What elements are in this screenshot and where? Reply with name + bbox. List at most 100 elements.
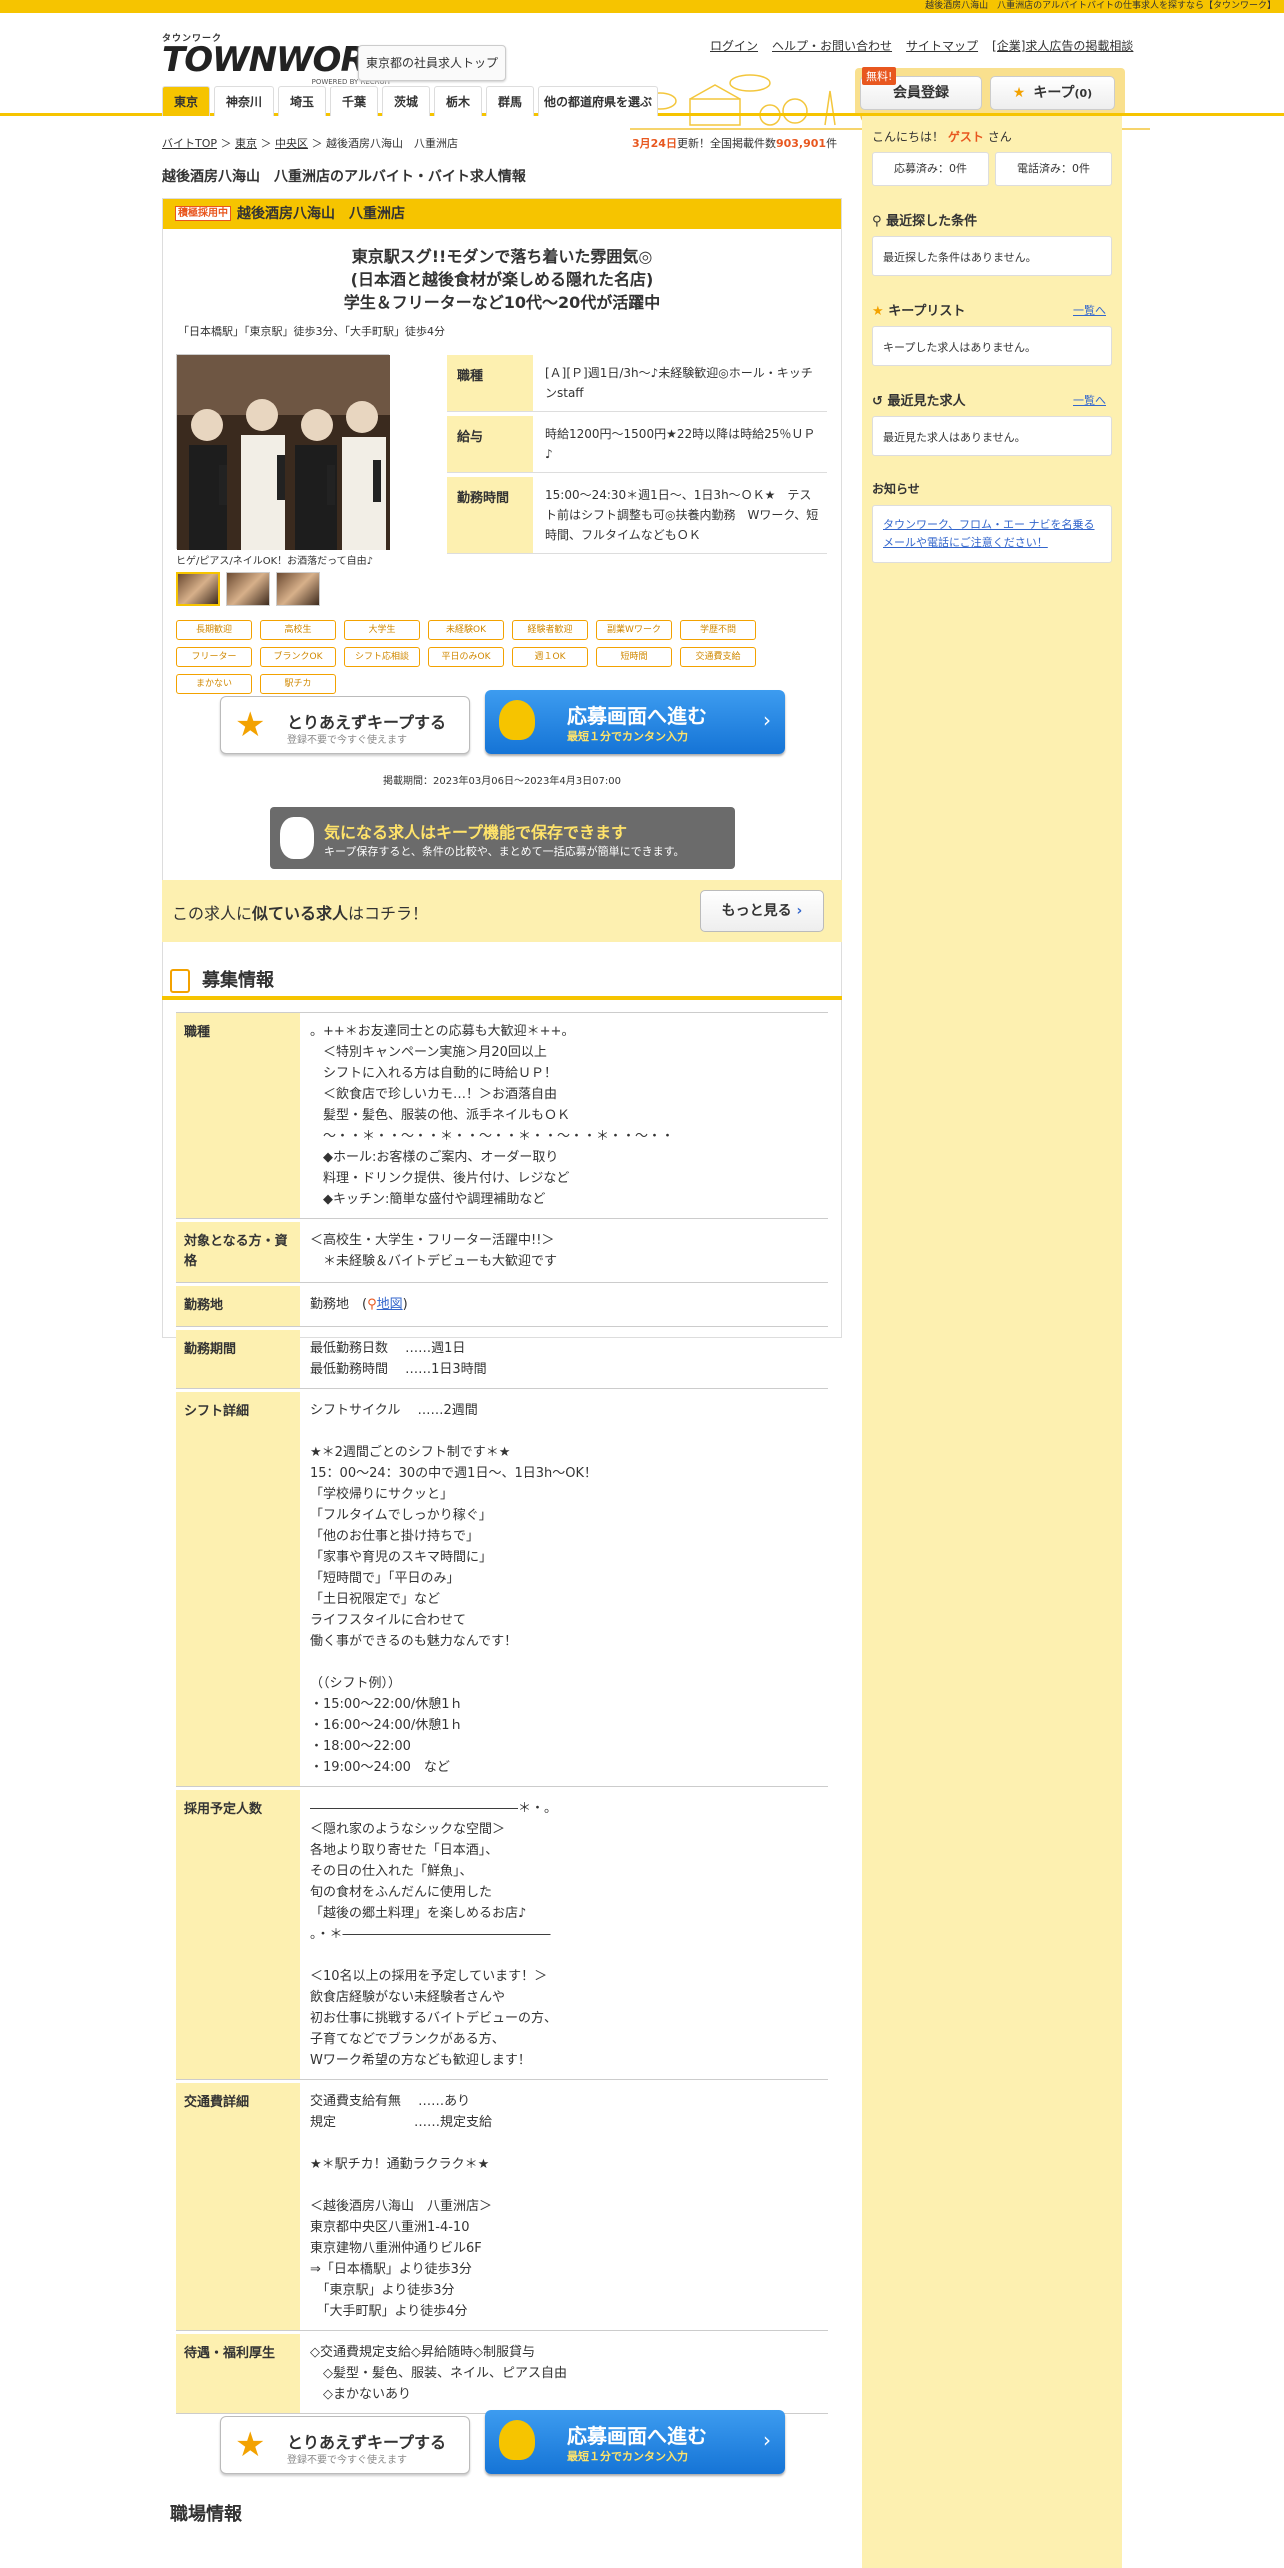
tag[interactable]: 副業Wワーク bbox=[596, 620, 672, 640]
help-link[interactable]: ヘルプ・お問い合わせ bbox=[772, 37, 892, 54]
recruit-value: 。++＊お友達同士との応募も大歓迎＊++。 ＜特別キャンペーン実施＞月20回以上… bbox=[310, 1024, 675, 1207]
update-text: 更新！全国掲載件数 bbox=[676, 137, 776, 150]
called-count[interactable]: 電話済み：0件 bbox=[995, 152, 1112, 186]
chevron-right-icon: › bbox=[763, 2428, 771, 2452]
workplace-section-title: 職場情報 bbox=[170, 2504, 242, 2525]
recruit-row: 勤務地 勤務地 (⚲地図) bbox=[176, 1286, 828, 1327]
listing-unit: 件 bbox=[826, 137, 838, 150]
star-icon: ★ bbox=[235, 2425, 266, 2465]
tag[interactable]: フリーター bbox=[176, 647, 252, 667]
apply-button-bottom[interactable]: 応募画面へ進む 最短１分でカンタン入力 › bbox=[485, 2410, 785, 2474]
breadcrumb-current: 越後酒房八海山 八重洲店 bbox=[326, 137, 459, 150]
region-top-button[interactable]: 東京都の社員求人トップ bbox=[358, 45, 506, 81]
tag[interactable]: 未経験OK bbox=[428, 620, 504, 640]
recruit-value-location: 勤務地 (⚲地図) bbox=[310, 1297, 408, 1312]
active-hiring-badge: 積極採用中 bbox=[175, 206, 231, 221]
bird-mascot-icon bbox=[499, 700, 535, 740]
tab-tochigi[interactable]: 栃木 bbox=[434, 86, 482, 116]
tag[interactable]: 大学生 bbox=[344, 620, 420, 640]
prefecture-nav: 東京 神奈川 埼玉 千葉 茨城 栃木 群馬 他の都道府県を選ぶ bbox=[0, 86, 1284, 116]
map-link[interactable]: 地図 bbox=[377, 1297, 403, 1312]
recruit-value: シフトサイクル ……2週間 ★＊2週間ごとのシフト制です＊★ 15：00～24：… bbox=[310, 1403, 597, 1775]
recent-search-title: 最近探した条件 bbox=[886, 214, 978, 229]
keep-job-button[interactable]: ★ とりあえずキープする 登録不要で今すぐ使えます bbox=[220, 696, 470, 754]
catch-line-3: 学生＆フリーターなど10代～20代が活躍中 bbox=[343, 293, 661, 312]
tab-tokyo[interactable]: 東京 bbox=[162, 86, 210, 116]
recent-view-title: 最近見た求人 bbox=[887, 394, 966, 409]
keep-banner-text: キープ保存すると、条件の比較や、まとめて一括応募が簡単にできます。 bbox=[324, 845, 685, 858]
recruit-row: 職種 。++＊お友達同士との応募も大歓迎＊++。 ＜特別キャンペーン実施＞月20回… bbox=[176, 1013, 828, 1219]
thumbnail-1[interactable] bbox=[176, 572, 220, 606]
tab-kanagawa[interactable]: 神奈川 bbox=[214, 86, 274, 116]
similar-jobs-banner: この求人に似ている求人はコチラ！ もっと見る › bbox=[162, 880, 842, 942]
thumbnail-2[interactable] bbox=[226, 572, 270, 606]
similar-more-button[interactable]: もっと見る › bbox=[700, 890, 824, 932]
tag[interactable]: 週１OK bbox=[512, 647, 588, 667]
tag[interactable]: 学歴不問 bbox=[680, 620, 756, 640]
tag[interactable]: 交通費支給 bbox=[680, 647, 756, 667]
tab-ibaraki[interactable]: 茨城 bbox=[382, 86, 430, 116]
tag[interactable]: 短時間 bbox=[596, 647, 672, 667]
tab-other-prefectures[interactable]: 他の都道府県を選ぶ bbox=[538, 86, 658, 116]
recruit-table: 職種 。++＊お友達同士との応募も大歓迎＊++。 ＜特別キャンペーン実施＞月20回… bbox=[176, 1012, 828, 2417]
tag[interactable]: ブランクOK bbox=[260, 647, 336, 667]
keep-job-sublabel: 登録不要で今すぐ使えます bbox=[287, 2455, 407, 2466]
tag[interactable]: 平日のみOK bbox=[428, 647, 504, 667]
breadcrumb-tokyo[interactable]: 東京 bbox=[235, 137, 257, 150]
tab-gunma[interactable]: 群馬 bbox=[486, 86, 534, 116]
login-link[interactable]: ログイン bbox=[710, 37, 758, 54]
thumbnail-3[interactable] bbox=[276, 572, 320, 606]
photo-caption: ヒゲ/ピアス/ネイルOK！お酒落だって自由♪ bbox=[176, 556, 374, 567]
tag[interactable]: 高校生 bbox=[260, 620, 336, 640]
summary-value: 15:00～24:30＊週1日～、1日3h～ＯＫ★ テスト前はシフト調整も可◎扶… bbox=[545, 488, 819, 542]
access-info: 「日本橋駅」「東京駅」徒歩3分、「大手町駅」徒歩4分 bbox=[178, 325, 445, 338]
keep-list-more-link[interactable]: 一覧へ bbox=[1073, 302, 1106, 318]
tag[interactable]: まかない bbox=[176, 674, 252, 694]
recruit-value: ◇交通費規定支給◇昇給随時◇制服貸与 ◇髪型・髪色、服装、ネイル、ピアス自由 ◇… bbox=[310, 2345, 567, 2402]
keep-job-label: とりあえずキープする bbox=[287, 713, 447, 732]
tab-saitama[interactable]: 埼玉 bbox=[278, 86, 326, 116]
bird-mascot-icon bbox=[280, 817, 314, 859]
recruit-value: 交通費支給有無 ……あり 規定 ……規定支給 ★＊駅チカ！通勤ラクラク＊★ ＜越… bbox=[310, 2094, 493, 2319]
recruit-row: シフト詳細 シフトサイクル ……2週間 ★＊2週間ごとのシフト制です＊★ 15：0… bbox=[176, 1392, 828, 1787]
summary-label: 勤務時間 bbox=[447, 477, 533, 553]
summary-row-salary: 給与 時給1200円～1500円★22時以降は時給25％ＵＰ♪ bbox=[447, 416, 827, 473]
chevron-right-icon: › bbox=[763, 708, 771, 732]
apply-button[interactable]: 応募画面へ進む 最短１分でカンタン入力 › bbox=[485, 690, 785, 754]
recent-view-more-link[interactable]: 一覧へ bbox=[1073, 392, 1106, 408]
breadcrumb-baito-top[interactable]: バイトTOP bbox=[162, 137, 217, 150]
notice-heading: お知らせ bbox=[872, 482, 920, 496]
recruit-label: 交通費詳細 bbox=[176, 2083, 300, 2330]
townwork-logo[interactable]: タウンワーク TOWNWORK POWERED BY RECRUIT bbox=[162, 31, 392, 86]
recruit-row: 採用予定人数 ――――――――――――――――＊・。 ＜隠れ家のようなシックな空間… bbox=[176, 1790, 828, 2080]
keep-feature-banner: 気になる求人はキープ機能で保存できます キープ保存すると、条件の比較や、まとめて… bbox=[270, 807, 735, 869]
tag[interactable]: 長期歓迎 bbox=[176, 620, 252, 640]
catch-line-2: (日本酒と越後食材が楽しめる隠れた名店) bbox=[350, 270, 654, 289]
notice-link[interactable]: タウンワーク、フロム・エー ナビを名乗るメールや電話にご注意ください！ bbox=[872, 505, 1112, 563]
top-strip: 越後酒房八海山 八重洲店のアルバイトバイトの仕事求人を探すなら【タウンワーク】 bbox=[0, 0, 1284, 13]
feature-tags: 長期歓迎 高校生 大学生 未経験OK 経験者歓迎 副業Wワーク 学歴不問 フリー… bbox=[176, 620, 836, 694]
tag[interactable]: 経験者歓迎 bbox=[512, 620, 588, 640]
sitemap-link[interactable]: サイトマップ bbox=[906, 37, 978, 54]
recent-view-heading: ↺ 最近見た求人 bbox=[872, 390, 965, 409]
recent-search-box: 最近探した条件はありません。 bbox=[872, 236, 1112, 276]
map-pin-icon: ⚲ bbox=[367, 1297, 377, 1312]
recruit-label: 対象となる方・資格 bbox=[176, 1222, 300, 1282]
location-label: 勤務地 bbox=[310, 1297, 350, 1312]
similar-bold: 似ている求人 bbox=[252, 904, 349, 923]
tab-chiba[interactable]: 千葉 bbox=[330, 86, 378, 116]
breadcrumb-chuo[interactable]: 中央区 bbox=[275, 137, 308, 150]
similar-post: はコチラ！ bbox=[348, 904, 429, 923]
recruit-title-text: 募集情報 bbox=[202, 970, 274, 991]
applied-count[interactable]: 応募済み：0件 bbox=[872, 152, 989, 186]
job-main-photo[interactable] bbox=[176, 354, 390, 550]
job-card-header: 積極採用中 越後酒房八海山 八重洲店 bbox=[163, 199, 841, 229]
tag[interactable]: 駅チカ bbox=[260, 674, 336, 694]
business-link[interactable]: [企業]求人広告の掲載相談 bbox=[992, 37, 1133, 54]
apply-sublabel: 最短１分でカンタン入力 bbox=[567, 730, 688, 743]
keep-job-button-bottom[interactable]: ★ とりあえずキープする 登録不要で今すぐ使えます bbox=[220, 2416, 470, 2474]
tag[interactable]: シフト応相談 bbox=[344, 647, 420, 667]
greeting-pre: こんにちは！ bbox=[872, 130, 945, 144]
keep-list-title: キープリスト bbox=[888, 304, 966, 319]
recruit-value: ――――――――――――――――＊・。 ＜隠れ家のようなシックな空間＞ 各地より… bbox=[310, 1801, 558, 2068]
